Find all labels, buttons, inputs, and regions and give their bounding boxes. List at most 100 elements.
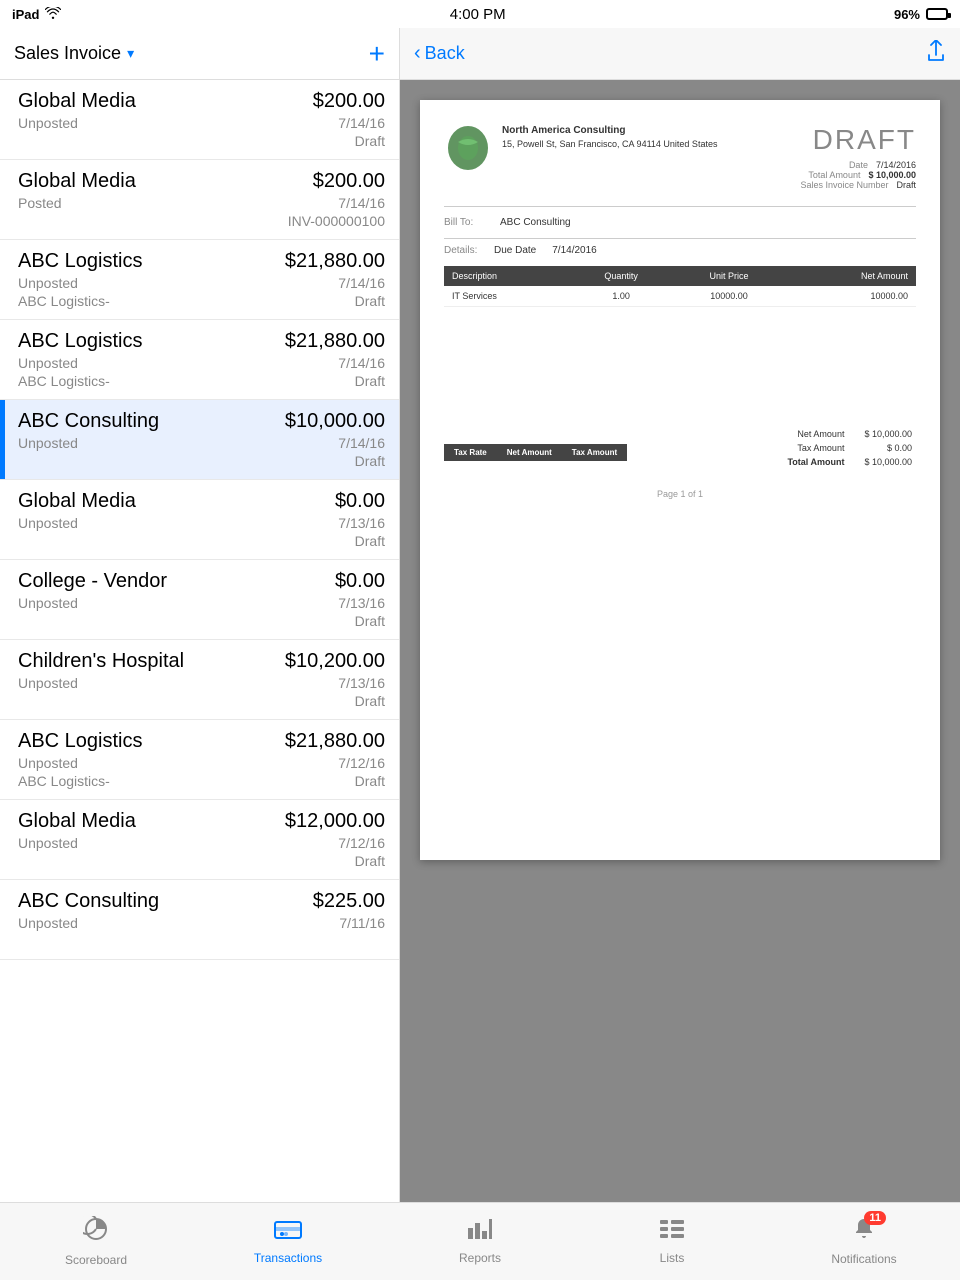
back-button[interactable]: ‹ Back	[414, 42, 465, 65]
cell-description: IT Services	[444, 286, 570, 307]
invoice-ref: Draft	[355, 133, 385, 149]
tab-transactions[interactable]: Transactions	[192, 1211, 384, 1273]
company-logo	[444, 124, 492, 172]
left-header: Sales Invoice ▾ +	[0, 28, 399, 80]
invoice-item[interactable]: Children's Hospital $10,200.00 Unposted …	[0, 640, 399, 720]
invoice-amount: $0.00	[335, 490, 385, 513]
bill-to-value: ABC Consulting	[500, 217, 571, 228]
invoice-status: Unposted	[18, 675, 78, 691]
invoice-amount: $21,880.00	[285, 730, 385, 753]
tab-reports[interactable]: Reports	[384, 1210, 576, 1273]
reports-icon	[467, 1218, 493, 1247]
invoice-status: Unposted	[18, 515, 78, 531]
table-row: IT Services 1.00 10000.00 10000.00	[444, 286, 916, 307]
total-amount-footer-label: Total Amount	[783, 455, 848, 469]
total-amount-label: Total Amount	[808, 170, 860, 180]
invoice-name: ABC Logistics	[18, 730, 143, 753]
invoice-amount: $10,000.00	[285, 410, 385, 433]
invoice-status: Unposted	[18, 275, 78, 291]
transactions-icon	[274, 1219, 302, 1247]
invoice-date: 7/14/16	[338, 115, 385, 131]
doc-bill-to: Bill To: ABC Consulting	[444, 217, 916, 228]
details-label: Details:	[444, 245, 484, 256]
left-panel: Sales Invoice ▾ + Global Media $200.00 U…	[0, 28, 400, 1202]
invoice-ref: Draft	[355, 853, 385, 869]
invoice-name: ABC Consulting	[18, 410, 159, 433]
doc-company-info: North America Consulting 15, Powell St, …	[502, 124, 717, 151]
scoreboard-label: Scoreboard	[65, 1253, 127, 1267]
invoice-date: 7/14/16	[338, 275, 385, 291]
invoice-item[interactable]: Global Media $200.00 Unposted 7/14/16 Dr…	[0, 80, 399, 160]
sales-invoice-number-label: Sales Invoice Number	[800, 180, 888, 190]
invoice-date: 7/11/16	[339, 915, 385, 931]
status-left: iPad	[12, 7, 61, 22]
notifications-badge-wrap: 11	[852, 1217, 876, 1248]
dropdown-icon[interactable]: ▾	[127, 45, 134, 62]
doc-details-row: Details: Due Date 7/14/2016	[444, 245, 916, 256]
sales-invoice-number-value: Draft	[896, 180, 916, 190]
wifi-icon	[45, 7, 61, 22]
tax-amount-label: Tax Amount	[783, 441, 848, 455]
invoice-item[interactable]: Global Media $200.00 Posted 7/14/16 INV-…	[0, 160, 399, 240]
tab-scoreboard[interactable]: Scoreboard	[0, 1208, 192, 1275]
invoice-date: 7/14/16	[338, 435, 385, 451]
notifications-label: Notifications	[831, 1252, 896, 1266]
share-button[interactable]	[926, 40, 946, 68]
invoice-date: 7/14/16	[338, 195, 385, 211]
invoice-name: ABC Logistics	[18, 330, 143, 353]
lists-icon	[659, 1218, 685, 1247]
scoreboard-badge-wrap	[83, 1216, 109, 1249]
invoice-item[interactable]: Global Media $12,000.00 Unposted 7/12/16…	[0, 800, 399, 880]
list-title-text: Sales Invoice	[14, 43, 121, 64]
invoice-ref-left: ABC Logistics-	[18, 373, 110, 389]
invoice-item[interactable]: ABC Consulting $225.00 Unposted 7/11/16	[0, 880, 399, 960]
invoice-status: Unposted	[18, 755, 78, 771]
notifications-icon: 11	[852, 1217, 876, 1248]
invoice-list: Global Media $200.00 Unposted 7/14/16 Dr…	[0, 80, 399, 1202]
bill-to-label: Bill To:	[444, 217, 484, 228]
invoice-item[interactable]: College - Vendor $0.00 Unposted 7/13/16 …	[0, 560, 399, 640]
total-amount-footer-value: $ 10,000.00	[848, 455, 916, 469]
invoice-name: College - Vendor	[18, 570, 167, 593]
invoice-item[interactable]: ABC Logistics $21,880.00 Unposted 7/14/1…	[0, 320, 399, 400]
right-header: ‹ Back	[400, 28, 960, 80]
invoice-amount: $21,880.00	[285, 250, 385, 273]
tab-lists[interactable]: Lists	[576, 1210, 768, 1273]
invoice-ref: Draft	[355, 773, 385, 789]
invoice-amount: $200.00	[313, 170, 385, 193]
invoice-amount: $10,200.00	[285, 650, 385, 673]
invoice-status: Unposted	[18, 115, 78, 131]
device-label: iPad	[12, 7, 39, 22]
doc-divider-1	[444, 206, 916, 207]
invoice-item[interactable]: ABC Consulting $10,000.00 Unposted 7/14/…	[0, 400, 399, 480]
battery-percent: 96%	[894, 7, 920, 22]
invoice-date: 7/12/16	[338, 835, 385, 851]
tax-col-tax: Tax Amount	[562, 444, 627, 461]
doc-company-name: North America Consulting	[502, 124, 717, 138]
col-description: Description	[444, 266, 570, 286]
add-button[interactable]: +	[369, 40, 385, 68]
col-unit-price: Unit Price	[672, 266, 786, 286]
invoice-item[interactable]: Global Media $0.00 Unposted 7/13/16 Draf…	[0, 480, 399, 560]
col-quantity: Quantity	[570, 266, 672, 286]
invoice-name: ABC Logistics	[18, 250, 143, 273]
reports-label: Reports	[459, 1251, 501, 1265]
invoice-date: 7/14/16	[338, 355, 385, 371]
doc-company-address: 15, Powell St, San Francisco, CA 94114 U…	[502, 138, 717, 151]
invoice-item[interactable]: ABC Logistics $21,880.00 Unposted 7/14/1…	[0, 240, 399, 320]
invoice-ref: Draft	[355, 533, 385, 549]
due-date-value: 7/14/2016	[552, 245, 597, 256]
invoice-item[interactable]: ABC Logistics $21,880.00 Unposted 7/12/1…	[0, 720, 399, 800]
invoice-ref: Draft	[355, 613, 385, 629]
doc-draft-details: Date 7/14/2016 Total Amount $ 10,000.00 …	[800, 160, 916, 190]
doc-page: Page 1 of 1	[444, 489, 916, 499]
due-date-label: Due Date	[494, 245, 536, 256]
tab-notifications[interactable]: 11 Notifications	[768, 1209, 960, 1274]
tax-amount-value: $ 0.00	[848, 441, 916, 455]
doc-divider-2	[444, 238, 916, 239]
doc-logo-area: North America Consulting 15, Powell St, …	[444, 124, 717, 190]
invoice-date: 7/13/16	[338, 515, 385, 531]
scoreboard-icon	[83, 1216, 109, 1249]
invoice-date: 7/13/16	[338, 595, 385, 611]
sales-invoice-title[interactable]: Sales Invoice ▾	[14, 43, 134, 64]
